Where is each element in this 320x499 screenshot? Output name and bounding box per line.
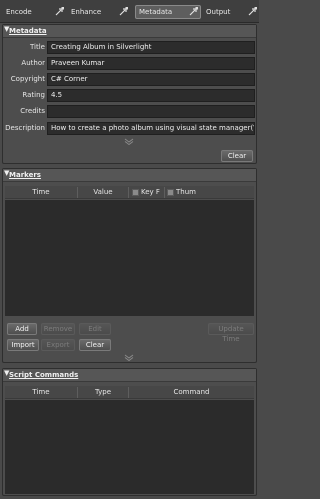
add-marker-button[interactable]: Add (7, 323, 37, 335)
metadata-panel-header[interactable]: ▼ Metadata (3, 25, 256, 38)
metadata-panel-title: Metadata (9, 27, 47, 35)
credits-field[interactable] (47, 105, 255, 118)
thumbnail-column-header[interactable]: Thum (176, 186, 196, 199)
popout-icon[interactable] (119, 6, 129, 16)
value-column-header[interactable]: Value (78, 186, 128, 199)
clear-markers-label: Clear (85, 341, 105, 349)
script-commands-panel-title: Script Commands (9, 371, 79, 379)
title-label: Title (29, 43, 45, 51)
rating-label: Rating (22, 91, 45, 99)
copyright-label: Copyright (10, 75, 45, 83)
metadata-clear-label: Clear (227, 152, 247, 160)
author-label: Author (21, 59, 45, 67)
tab-encode-label: Encode (6, 8, 32, 16)
metadata-clear-button[interactable]: Clear (221, 150, 253, 162)
tab-strip: Encode Enhance Metadata Output (0, 0, 259, 23)
author-field[interactable]: Praveen Kumar (47, 57, 255, 70)
metadata-panel: ▼ Metadata Title Creating Album in Silve… (2, 24, 257, 164)
script-commands-grid-body[interactable] (5, 400, 254, 494)
edit-marker-label: Edit (88, 325, 102, 333)
tab-metadata-label: Metadata (139, 8, 173, 16)
column-separator[interactable] (164, 187, 165, 198)
import-markers-label: Import (11, 341, 35, 349)
clear-markers-button[interactable]: Clear (79, 339, 111, 351)
tab-encode[interactable]: Encode (3, 5, 43, 19)
time-column-header[interactable]: Time (5, 386, 77, 399)
tab-output[interactable]: Output (203, 5, 243, 19)
tab-enhance-label: Enhance (71, 8, 102, 16)
command-column-header[interactable]: Command (129, 386, 254, 399)
remove-marker-button[interactable]: Remove (41, 323, 75, 335)
import-markers-button[interactable]: Import (7, 339, 39, 351)
chevron-down-icon[interactable] (123, 354, 135, 361)
export-markers-label: Export (46, 341, 70, 349)
tab-output-label: Output (206, 8, 231, 16)
script-commands-panel-header[interactable]: ▼ Script Commands (3, 369, 256, 382)
time-column-header[interactable]: Time (5, 186, 77, 199)
edit-marker-button[interactable]: Edit (79, 323, 111, 335)
rating-field[interactable]: 4.5 (47, 89, 255, 102)
script-commands-grid-header: Time Type Command (5, 386, 254, 399)
markers-panel: ▼ Markers Time Value Key F Thum Add Remo… (2, 168, 257, 363)
copyright-field[interactable]: C# Corner (47, 73, 255, 86)
chevron-down-icon[interactable] (123, 138, 135, 145)
popout-icon[interactable] (189, 6, 199, 16)
description-field[interactable]: How to create a photo album using visual… (47, 122, 255, 135)
title-field[interactable]: Creating Album in Silverlight (47, 41, 255, 54)
markers-panel-title: Markers (9, 171, 41, 179)
type-column-header[interactable]: Type (78, 386, 128, 399)
keyframe-column-header[interactable]: Key F (141, 186, 163, 199)
update-time-label: Update Time (218, 325, 244, 343)
tab-enhance[interactable]: Enhance (68, 5, 116, 19)
script-commands-panel: ▼ Script Commands Time Type Command (2, 368, 257, 496)
add-marker-label: Add (15, 325, 29, 333)
credits-label: Credits (20, 107, 45, 115)
popout-icon[interactable] (55, 6, 65, 16)
description-label: Description (5, 124, 45, 132)
markers-grid-body[interactable] (5, 200, 254, 316)
markers-grid-header: Time Value Key F Thum (5, 186, 254, 199)
keyframe-checkbox[interactable] (132, 189, 139, 196)
popout-icon[interactable] (248, 6, 258, 16)
markers-panel-header[interactable]: ▼ Markers (3, 169, 256, 182)
update-time-button[interactable]: Update Time (208, 323, 254, 343)
thumbnail-checkbox[interactable] (167, 189, 174, 196)
export-markers-button[interactable]: Export (41, 339, 75, 351)
column-separator[interactable] (128, 187, 129, 198)
remove-marker-label: Remove (43, 325, 73, 333)
